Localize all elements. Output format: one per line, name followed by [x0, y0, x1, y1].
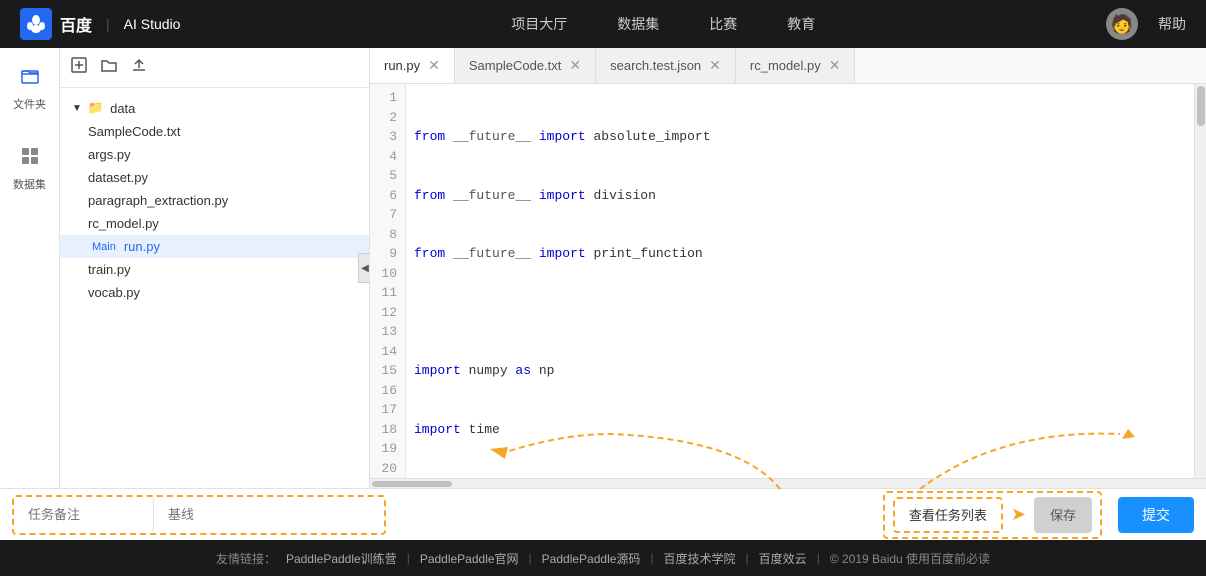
file-name-vocab: vocab.py: [88, 285, 140, 300]
task-note-input[interactable]: [14, 497, 154, 533]
nav-dataset[interactable]: 数据集: [617, 14, 659, 34]
list-item[interactable]: args.py: [60, 143, 369, 166]
folder-icon: 📁: [88, 100, 104, 116]
footer-sep: |: [746, 551, 749, 565]
task-input-group: [12, 495, 386, 535]
tab-samplecode[interactable]: SampleCode.txt ✕: [455, 48, 596, 83]
upload-icon[interactable]: [130, 56, 148, 79]
code-line: import numpy as np: [414, 361, 1198, 381]
list-item[interactable]: rc_model.py: [60, 212, 369, 235]
sidebar-files-icon[interactable]: [12, 58, 48, 94]
code-line: import time: [414, 420, 1198, 440]
scrollbar-thumb[interactable]: [1197, 86, 1205, 126]
code-line: from __future__ import absolute_import: [414, 127, 1198, 147]
code-lines: from __future__ import absolute_import f…: [406, 84, 1206, 478]
nav-competition[interactable]: 比赛: [709, 14, 737, 34]
sidebar-dataset-group[interactable]: 数据集: [12, 138, 48, 192]
bottom-right-group: 查看任务列表 ➤ 保存: [883, 491, 1102, 539]
save-button[interactable]: 保存: [1034, 497, 1092, 533]
main-area: 文件夹 数据集: [0, 48, 1206, 488]
help-link[interactable]: 帮助: [1158, 14, 1186, 34]
logo[interactable]: 百度 | AI Studio: [20, 8, 180, 40]
file-name-samplecode: SampleCode.txt: [88, 124, 181, 139]
avatar[interactable]: 🧑: [1106, 8, 1138, 40]
tab-runpy[interactable]: run.py ✕: [370, 48, 455, 84]
list-item[interactable]: SampleCode.txt: [60, 120, 369, 143]
footer-link-1[interactable]: PaddlePaddle官网: [420, 550, 519, 567]
tab-label-runpy: run.py: [384, 58, 420, 73]
file-name-rcmodel: rc_model.py: [88, 216, 159, 231]
baidu-text: 百度: [60, 12, 92, 36]
footer-link-0[interactable]: PaddlePaddle训练营: [286, 550, 397, 567]
tab-label-samplecode: SampleCode.txt: [469, 58, 562, 73]
tab-rcmodel[interactable]: rc_model.py ✕: [736, 48, 856, 83]
nav-menu: 项目大厅 数据集 比赛 教育: [220, 14, 1106, 34]
file-panel: ▼ 📁 data SampleCode.txt args.py dataset.…: [60, 48, 370, 488]
code-line: from __future__ import division: [414, 186, 1198, 206]
sidebar-dataset-label: 数据集: [13, 176, 46, 192]
file-name-dataset: dataset.py: [88, 170, 148, 185]
file-tree: ▼ 📁 data SampleCode.txt args.py dataset.…: [60, 88, 369, 488]
footer-copyright: © 2019 Baidu 使用百度前必读: [830, 550, 990, 567]
nav-education[interactable]: 教育: [787, 14, 815, 34]
sidebar: 文件夹 数据集: [0, 48, 60, 488]
baidu-icon: [20, 8, 52, 40]
footer-prefix: 友情链接：: [216, 550, 276, 567]
file-name-args: args.py: [88, 147, 131, 162]
tab-searchtest[interactable]: search.test.json ✕: [596, 48, 736, 83]
studio-text: AI Studio: [124, 16, 181, 32]
editor-panel: ◀ run.py ✕ SampleCode.txt ✕ search.test.…: [370, 48, 1206, 488]
new-folder-icon[interactable]: [100, 56, 118, 79]
close-tab-samplecode[interactable]: ✕: [569, 57, 581, 74]
code-area: 1 2 3 4 5 6 7 8 9 10 11 12 13 14 15 16 1: [370, 84, 1206, 478]
file-name-paragraph: paragraph_extraction.py: [88, 193, 228, 208]
topnav: 百度 | AI Studio 项目大厅 数据集 比赛 教育 🧑 帮助: [0, 0, 1206, 48]
nav-project-hall[interactable]: 项目大厅: [511, 14, 567, 34]
nav-right: 🧑 帮助: [1106, 8, 1186, 40]
file-name-runpy: run.py: [124, 239, 160, 254]
vertical-scrollbar[interactable]: [1194, 84, 1206, 478]
new-file-icon[interactable]: [70, 56, 88, 79]
tab-label-searchtest: search.test.json: [610, 58, 701, 73]
close-tab-runpy[interactable]: ✕: [428, 57, 440, 74]
sidebar-files-group[interactable]: 文件夹: [12, 58, 48, 112]
footer-sep: |: [817, 551, 820, 565]
close-tab-searchtest[interactable]: ✕: [709, 57, 721, 74]
list-item[interactable]: paragraph_extraction.py: [60, 189, 369, 212]
tab-label-rcmodel: rc_model.py: [750, 58, 821, 73]
line-numbers: 1 2 3 4 5 6 7 8 9 10 11 12 13 14 15 16 1: [370, 84, 406, 478]
editor-content[interactable]: 1 2 3 4 5 6 7 8 9 10 11 12 13 14 15 16 1: [370, 84, 1206, 478]
footer-sep: |: [650, 551, 653, 565]
list-item[interactable]: dataset.py: [60, 166, 369, 189]
baseline-input[interactable]: [154, 497, 384, 533]
folder-data[interactable]: ▼ 📁 data: [60, 96, 369, 120]
footer-sep: |: [529, 551, 532, 565]
code-line: [414, 303, 1198, 323]
horizontal-scrollbar[interactable]: [370, 478, 1206, 488]
main-badge: Main: [88, 240, 120, 254]
list-item[interactable]: vocab.py: [60, 281, 369, 304]
code-line: from __future__ import print_function: [414, 244, 1198, 264]
nav-divider: |: [106, 16, 110, 32]
footer-link-4[interactable]: 百度效云: [759, 550, 807, 567]
sidebar-dataset-icon[interactable]: [12, 138, 48, 174]
list-item-active[interactable]: Main run.py: [60, 235, 369, 258]
chevron-down-icon: ▼: [72, 103, 82, 114]
footer-link-3[interactable]: 百度技术学院: [664, 550, 736, 567]
folder-name: data: [110, 101, 135, 116]
file-toolbar: [60, 48, 369, 88]
file-name-train: train.py: [88, 262, 131, 277]
sidebar-files-label: 文件夹: [13, 96, 46, 112]
list-item[interactable]: train.py: [60, 258, 369, 281]
bottom-bar: 查看任务列表 ➤ 保存 提交: [0, 488, 1206, 540]
footer-link-2[interactable]: PaddlePaddle源码: [542, 550, 641, 567]
close-tab-rcmodel[interactable]: ✕: [829, 57, 841, 74]
arrow-right-icon: ➤: [1011, 504, 1026, 525]
footer-sep: |: [407, 551, 410, 565]
submit-button[interactable]: 提交: [1118, 497, 1194, 533]
view-tasks-button[interactable]: 查看任务列表: [893, 497, 1003, 533]
footer: 友情链接： PaddlePaddle训练营 | PaddlePaddle官网 |…: [0, 540, 1206, 576]
hscrollbar-thumb[interactable]: [372, 481, 452, 487]
editor-tabs: run.py ✕ SampleCode.txt ✕ search.test.js…: [370, 48, 1206, 84]
